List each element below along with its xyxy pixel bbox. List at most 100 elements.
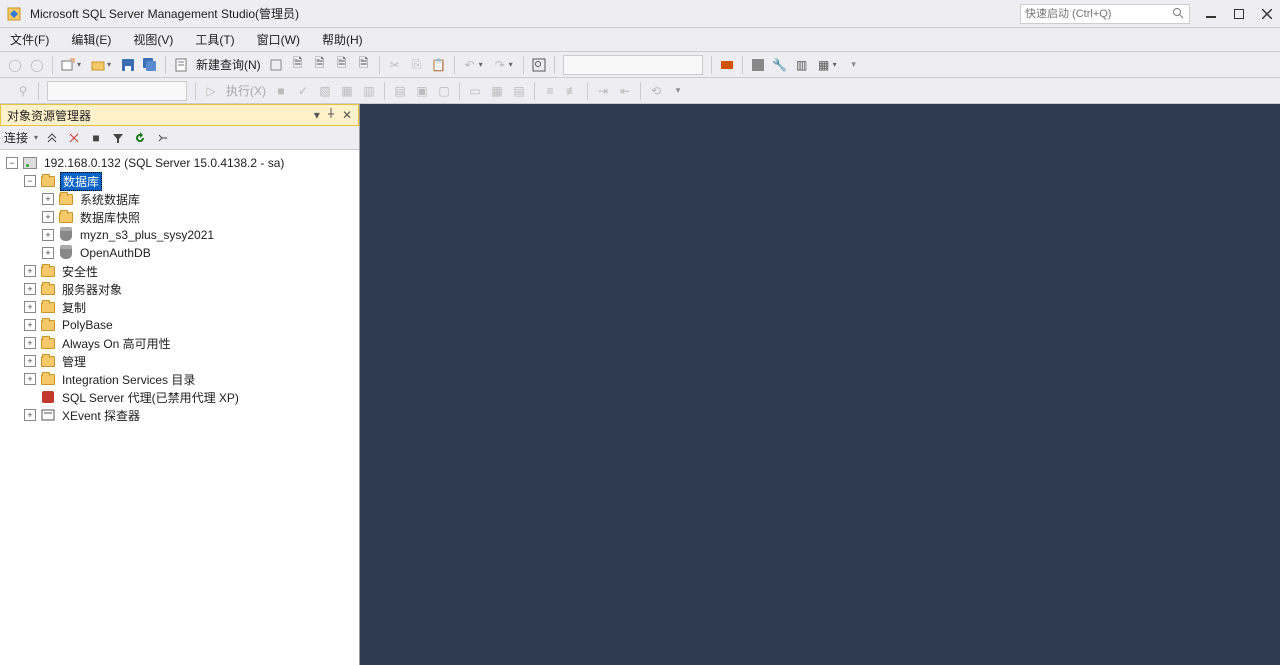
debug-button[interactable]: ■ bbox=[271, 81, 291, 101]
undo-button[interactable]: ↶ bbox=[460, 55, 480, 75]
tree-node-system-databases[interactable]: +系统数据库 bbox=[2, 190, 357, 208]
activity-monitor-button[interactable] bbox=[717, 55, 737, 75]
tree-node-polybase[interactable]: +PolyBase bbox=[2, 316, 357, 334]
estimated-plan-button[interactable]: ▧ bbox=[315, 81, 335, 101]
connect-label[interactable]: 连接 bbox=[4, 129, 28, 146]
tree-node-integration-services[interactable]: +Integration Services 目录 bbox=[2, 370, 357, 388]
quick-launch-input[interactable] bbox=[1025, 8, 1172, 20]
copy-button[interactable]: ⎘ bbox=[407, 55, 427, 75]
minimize-button[interactable] bbox=[1204, 7, 1218, 21]
tree-node-alwayson[interactable]: +Always On 高可用性 bbox=[2, 334, 357, 352]
template-browser-button[interactable]: ▦ bbox=[814, 55, 834, 75]
redo-button[interactable]: ↷ bbox=[490, 55, 510, 75]
dropdown-arrow-icon[interactable]: ▾ bbox=[833, 55, 841, 75]
new-query-icon[interactable] bbox=[171, 55, 191, 75]
sync-button[interactable] bbox=[154, 130, 170, 146]
tree-node-databases[interactable]: −数据库 bbox=[2, 172, 357, 190]
standard-toolbar: ◯ ◯ ▾ ▾ 新建查询(N) 🗎 🗎 🗎 🗎 ✂ ⎘ 📋 ↶▾ ↷▾ 🔧 ▥ … bbox=[0, 52, 1280, 78]
object-explorer-tree[interactable]: −192.168.0.132 (SQL Server 15.0.4138.2 -… bbox=[0, 150, 359, 665]
results-grid-button[interactable]: ▦ bbox=[487, 81, 507, 101]
properties-button[interactable]: 🔧 bbox=[770, 55, 790, 75]
menu-window[interactable]: 窗口(W) bbox=[253, 29, 304, 50]
panel-toolbar: 连接▾ ■ bbox=[0, 126, 359, 150]
close-button[interactable] bbox=[1260, 7, 1274, 21]
refresh-button[interactable] bbox=[132, 130, 148, 146]
app-icon bbox=[6, 6, 22, 22]
indent-button[interactable]: ⇥ bbox=[593, 81, 613, 101]
connect-button[interactable]: ⚲ bbox=[13, 81, 33, 101]
specify-values-button[interactable]: ⟲ bbox=[646, 81, 666, 101]
menu-bar: 文件(F) 编辑(E) 视图(V) 工具(T) 窗口(W) 帮助(H) bbox=[0, 28, 1280, 52]
pin-icon[interactable] bbox=[326, 108, 336, 122]
database-engine-query-button[interactable] bbox=[266, 55, 286, 75]
connect-object-explorer-button[interactable] bbox=[44, 130, 60, 146]
client-stats-button[interactable]: ▢ bbox=[434, 81, 454, 101]
registered-servers-button[interactable] bbox=[748, 55, 768, 75]
menu-help[interactable]: 帮助(H) bbox=[318, 29, 367, 50]
find-button[interactable] bbox=[529, 55, 549, 75]
menu-edit[interactable]: 编辑(E) bbox=[67, 29, 115, 50]
parse-button[interactable]: ✓ bbox=[293, 81, 313, 101]
tree-node-database-1[interactable]: +myzn_s3_plus_sysy2021 bbox=[2, 226, 357, 244]
tree-node-database-2[interactable]: +OpenAuthDB bbox=[2, 244, 357, 262]
dropdown-arrow-icon[interactable]: ▾ bbox=[77, 55, 85, 75]
new-project-button[interactable] bbox=[58, 55, 78, 75]
tree-node-management[interactable]: +管理 bbox=[2, 352, 357, 370]
outdent-button[interactable]: ⇤ bbox=[615, 81, 635, 101]
tree-node-server-objects[interactable]: +服务器对象 bbox=[2, 280, 357, 298]
cut-button[interactable]: ✂ bbox=[385, 55, 405, 75]
paste-button[interactable]: 📋 bbox=[429, 55, 449, 75]
object-explorer-panel: 对象资源管理器 ▾ ✕ 连接▾ ■ −192.168.0.132 (SQL Se… bbox=[0, 104, 360, 665]
nav-back-button[interactable]: ◯ bbox=[5, 55, 25, 75]
execute-button[interactable]: 执行(X) bbox=[222, 81, 270, 101]
available-databases-dropdown[interactable] bbox=[47, 81, 187, 101]
comment-button[interactable]: ≡ bbox=[540, 81, 560, 101]
toolbar-options-button-2[interactable]: ▾ bbox=[668, 81, 688, 101]
disconnect-button[interactable] bbox=[66, 130, 82, 146]
menu-tools[interactable]: 工具(T) bbox=[191, 29, 238, 50]
object-explorer-button[interactable]: ▥ bbox=[792, 55, 812, 75]
include-plan-button[interactable]: ▤ bbox=[390, 81, 410, 101]
results-text-button[interactable]: ▭ bbox=[465, 81, 485, 101]
analysis-mdx-button[interactable]: 🗎 bbox=[288, 55, 308, 75]
execute-icon: ▷ bbox=[201, 81, 221, 101]
include-stats-button[interactable]: ▣ bbox=[412, 81, 432, 101]
analysis-dax-button[interactable]: 🗎 bbox=[354, 55, 374, 75]
solution-config-dropdown[interactable] bbox=[563, 55, 703, 75]
filter-button[interactable] bbox=[110, 130, 126, 146]
window-position-icon[interactable]: ▾ bbox=[314, 108, 320, 122]
quick-launch-box[interactable] bbox=[1020, 4, 1190, 24]
analysis-dmx-button[interactable]: 🗎 bbox=[310, 55, 330, 75]
title-bar: Microsoft SQL Server Management Studio(管… bbox=[0, 0, 1280, 28]
sql-editor-toolbar: ⚲ ▷ 执行(X) ■ ✓ ▧ ▦ ▥ ▤ ▣ ▢ ▭ ▦ ▤ ≡ ≢ ⇥ ⇤ … bbox=[0, 78, 1280, 104]
new-query-button[interactable]: 新建查询(N) bbox=[192, 55, 265, 75]
menu-view[interactable]: 视图(V) bbox=[129, 29, 177, 50]
dropdown-arrow-icon[interactable]: ▾ bbox=[479, 55, 487, 75]
stop-button[interactable]: ■ bbox=[88, 130, 104, 146]
uncomment-button[interactable]: ≢ bbox=[562, 81, 582, 101]
toolbar-options-button[interactable]: ▾ bbox=[844, 55, 864, 75]
dropdown-arrow-icon[interactable]: ▾ bbox=[509, 55, 517, 75]
tree-node-xevent[interactable]: +XEvent 探查器 bbox=[2, 406, 357, 424]
open-file-button[interactable] bbox=[88, 55, 108, 75]
nav-forward-button[interactable]: ◯ bbox=[27, 55, 47, 75]
close-panel-icon[interactable]: ✕ bbox=[342, 108, 352, 122]
window-title: Microsoft SQL Server Management Studio(管… bbox=[30, 5, 299, 22]
menu-file[interactable]: 文件(F) bbox=[6, 29, 53, 50]
save-all-button[interactable] bbox=[140, 55, 160, 75]
query-options-button[interactable]: ▦ bbox=[337, 81, 357, 101]
tree-node-security[interactable]: +安全性 bbox=[2, 262, 357, 280]
tree-node-database-snapshots[interactable]: +数据库快照 bbox=[2, 208, 357, 226]
document-area bbox=[360, 104, 1280, 665]
tree-node-server[interactable]: −192.168.0.132 (SQL Server 15.0.4138.2 -… bbox=[2, 154, 357, 172]
dropdown-arrow-icon[interactable]: ▾ bbox=[107, 55, 115, 75]
panel-header: 对象资源管理器 ▾ ✕ bbox=[0, 104, 359, 126]
maximize-button[interactable] bbox=[1232, 7, 1246, 21]
tree-node-replication[interactable]: +复制 bbox=[2, 298, 357, 316]
intellisense-button[interactable]: ▥ bbox=[359, 81, 379, 101]
tree-node-sql-agent[interactable]: SQL Server 代理(已禁用代理 XP) bbox=[2, 388, 357, 406]
save-button[interactable] bbox=[118, 55, 138, 75]
analysis-xmla-button[interactable]: 🗎 bbox=[332, 55, 352, 75]
results-file-button[interactable]: ▤ bbox=[509, 81, 529, 101]
search-icon bbox=[1172, 7, 1185, 21]
